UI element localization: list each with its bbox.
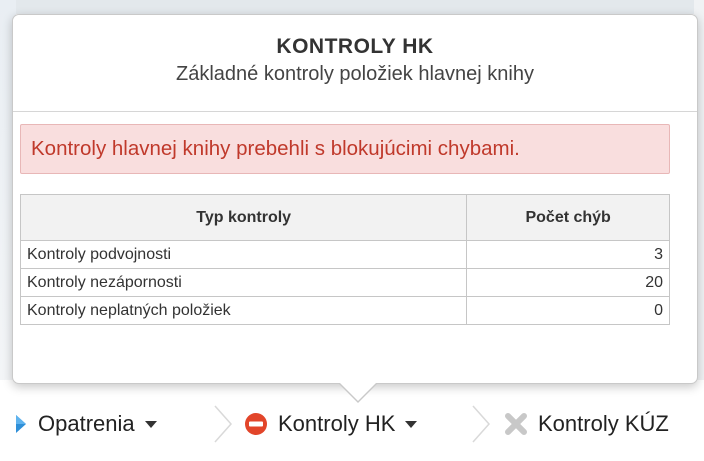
table-header-row: Typ kontroly Počet chýb: [19, 194, 670, 241]
breadcrumb-label: Kontroly KÚZ: [538, 411, 669, 436]
cross-icon: [504, 412, 528, 436]
background-app: [0, 0, 704, 14]
breadcrumb-separator: [472, 405, 491, 443]
breadcrumb: Opatrenia Kontroly HK Kontroly KÚZ: [0, 390, 704, 461]
error-alert: Kontroly hlavnej knihy prebehli s blokuj…: [20, 124, 670, 174]
no-entry-icon: [244, 412, 268, 436]
chevron-down-icon[interactable]: [144, 420, 157, 428]
column-header-type: Typ kontroly: [19, 194, 468, 241]
table-row: Kontroly podvojnosti 3: [19, 240, 670, 269]
breadcrumb-label: Kontroly HK: [278, 411, 396, 436]
popover-subtitle: Základné kontroly položiek hlavnej knihy: [176, 63, 534, 85]
breadcrumb-separator: [214, 405, 233, 443]
breadcrumb-item-kontroly-kuz[interactable]: Kontroly KÚZ: [504, 408, 669, 440]
check-type-cell: Kontroly podvojnosti: [19, 240, 468, 269]
error-count-cell: 20: [466, 268, 670, 297]
popover-header: KONTROLY HK Základné kontroly položiek h…: [13, 15, 697, 112]
column-header-count: Počet chýb: [466, 194, 670, 241]
table-row: Kontroly neplatných položiek 0: [19, 296, 670, 325]
popover-title: KONTROLY HK: [276, 35, 434, 58]
error-count-cell: 3: [466, 240, 670, 269]
breadcrumb-label: Opatrenia: [38, 411, 135, 436]
checks-table: Typ kontroly Počet chýb Kontroly podvojn…: [19, 194, 670, 325]
breadcrumb-item-opatrenia[interactable]: Opatrenia: [14, 408, 157, 440]
check-type-cell: Kontroly nezápornosti: [19, 268, 468, 297]
check-type-cell: Kontroly neplatných položiek: [19, 296, 468, 325]
breadcrumb-item-kontroly-hk[interactable]: Kontroly HK: [244, 408, 418, 440]
chevron-down-icon[interactable]: [405, 420, 418, 428]
error-count-cell: 0: [466, 296, 670, 325]
play-triangle-icon: [14, 413, 28, 435]
table-row: Kontroly nezápornosti 20: [19, 268, 670, 297]
